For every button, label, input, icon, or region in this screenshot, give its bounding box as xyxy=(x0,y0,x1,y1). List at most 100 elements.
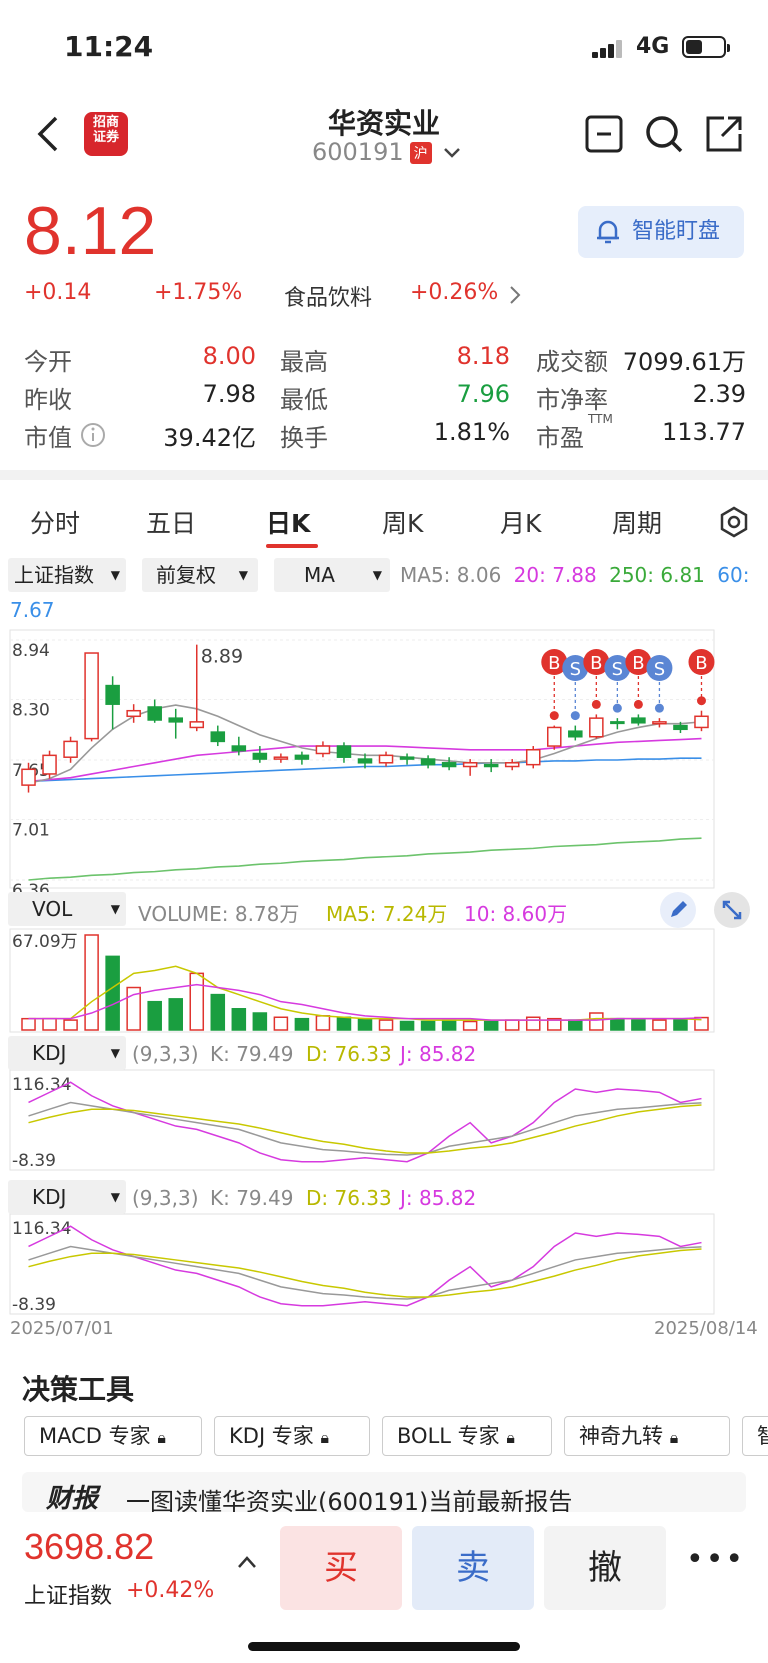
candle-body xyxy=(126,709,141,718)
chip-label: KDJ 专家 xyxy=(229,1424,314,1448)
stats-row: 市值 39.42亿 换手 1.81% 市盈 TTM 113.77 xyxy=(24,412,746,456)
adjust-selector-label: 前复权 xyxy=(156,563,216,587)
caret-down-icon: ▼ xyxy=(238,568,248,582)
buy-button[interactable]: 买 xyxy=(280,1526,402,1610)
expand-icon[interactable] xyxy=(714,892,750,928)
marker-dot xyxy=(633,699,643,709)
ma250-legend: 250: 6.81 xyxy=(609,563,705,587)
stock-code[interactable]: 600191 沪 xyxy=(312,138,461,166)
share-icon[interactable] xyxy=(704,114,744,154)
volume-legend: VOLUME: 8.78万 xyxy=(138,902,300,926)
lock-icon: 🔒︎ xyxy=(506,1428,515,1447)
chip-label: 神奇九转 xyxy=(579,1424,663,1448)
stat-value: 2.39 xyxy=(692,380,746,408)
candle-body xyxy=(610,721,625,725)
kdj1-panel-frame xyxy=(9,1069,715,1171)
kdj2-j-line xyxy=(28,1225,702,1307)
chevron-down-icon xyxy=(444,148,461,158)
tab-monthly-k[interactable]: 月K xyxy=(500,504,541,540)
kdj2-max-label: 116.34 xyxy=(12,1219,71,1239)
volume-bar xyxy=(483,1020,499,1031)
adjust-selector[interactable]: 前复权 ▼ xyxy=(142,558,258,592)
indicator-selector[interactable]: MA ▼ xyxy=(274,558,390,592)
price-axis-label: 8.30 xyxy=(12,701,50,721)
chevron-right-icon[interactable] xyxy=(508,284,522,306)
marker-label: B xyxy=(695,653,707,674)
marker-label: B xyxy=(590,653,602,674)
kdj-selector-2[interactable]: KDJ ▼ xyxy=(8,1180,126,1214)
candle-body xyxy=(694,715,709,729)
stat-label: 昨收 xyxy=(24,386,72,414)
tab-period[interactable]: 周期 xyxy=(612,504,662,540)
macd-expert-chip[interactable]: MACD 专家 🔒︎ xyxy=(24,1416,202,1456)
kdj2-panel-frame xyxy=(9,1213,715,1315)
smart-watch-button[interactable]: 智能盯盘 xyxy=(578,206,744,258)
tab-weekly-k[interactable]: 周K xyxy=(382,504,423,540)
magic-nine-chip[interactable]: 神奇九转 🔒︎ xyxy=(564,1416,730,1456)
report-tag: 财报 xyxy=(46,1484,99,1512)
stat-value: 7.98 xyxy=(202,380,256,408)
kdj-d-legend: D: 76.33 xyxy=(306,1186,392,1210)
kline-chart[interactable]: 8.948.307.657.016.368.89BSBSBSB67.09万116… xyxy=(0,620,768,1320)
marker-dot xyxy=(570,711,580,721)
volume-bar xyxy=(168,998,183,1031)
price-axis-label: 7.01 xyxy=(12,821,50,841)
stat-label: 市盈 xyxy=(536,424,584,452)
tab-5day[interactable]: 五日 xyxy=(146,504,196,540)
candle-body xyxy=(336,745,352,758)
report-banner[interactable]: 财报 一图读懂华资实业(600191)当前最新报告 xyxy=(22,1472,746,1512)
cancel-order-button[interactable]: 撤 xyxy=(544,1526,666,1610)
volume-bar xyxy=(294,1017,310,1031)
stock-header: 招商 证券 华资实业 600191 沪 xyxy=(0,96,768,176)
sell-button[interactable]: 卖 xyxy=(412,1526,534,1610)
volume-bar xyxy=(105,955,120,1031)
caret-down-icon: ▼ xyxy=(110,1046,120,1060)
lock-icon: 🔒︎ xyxy=(669,1428,679,1447)
volume-bar xyxy=(589,1012,604,1031)
volume-bar xyxy=(42,1017,57,1031)
network-type: 4G xyxy=(636,34,670,59)
volume-bar xyxy=(399,1020,415,1031)
marker-dot xyxy=(591,699,601,709)
info-icon[interactable] xyxy=(80,422,106,448)
volume-bar xyxy=(420,1020,436,1031)
status-bar: 11:24 4G xyxy=(0,0,768,100)
kdj-params: (9,3,3) xyxy=(132,1186,199,1210)
kdj-selector-label: KDJ xyxy=(32,1041,67,1065)
volume-bar xyxy=(231,1008,247,1031)
volume-selector[interactable]: VOL ▼ xyxy=(8,892,126,926)
edit-icon[interactable] xyxy=(660,892,696,928)
minus-square-icon[interactable] xyxy=(584,114,624,154)
active-tab-indicator xyxy=(266,544,318,548)
boll-expert-chip[interactable]: BOLL 专家 🔒︎ xyxy=(382,1416,552,1456)
volume-ma5-legend: MA5: 7.24万 xyxy=(326,902,448,926)
tab-intraday[interactable]: 分时 xyxy=(30,504,80,540)
settings-icon[interactable] xyxy=(718,506,750,538)
volume-bar xyxy=(462,1020,478,1031)
marker-label: B xyxy=(548,653,560,674)
volume-bar xyxy=(189,972,205,1031)
chevron-up-icon[interactable] xyxy=(236,1554,258,1570)
tab-daily-k[interactable]: 日K xyxy=(266,504,310,540)
kdj-selector[interactable]: KDJ ▼ xyxy=(8,1036,126,1070)
candle-body xyxy=(231,745,247,752)
volume-bar xyxy=(652,1019,667,1031)
index-name[interactable]: 上证指数 xyxy=(24,1578,112,1610)
search-icon[interactable] xyxy=(644,114,684,154)
candle-body xyxy=(273,756,289,760)
index-selector[interactable]: 上证指数 ▼ xyxy=(8,558,126,592)
more-icon[interactable]: ••• xyxy=(686,1542,745,1577)
index-change: +0.42% xyxy=(126,1578,215,1603)
sector-change[interactable]: +0.26% xyxy=(410,280,498,305)
marker-dot xyxy=(612,703,622,713)
volume-bar xyxy=(336,1016,352,1031)
kdj-expert-chip[interactable]: KDJ 专家 🔒︎ xyxy=(214,1416,370,1456)
tools-title: 决策工具 xyxy=(22,1373,135,1406)
ma60-value: 7.67 xyxy=(10,598,55,622)
more-tool-chip[interactable]: 智 xyxy=(742,1416,768,1456)
caret-down-icon: ▼ xyxy=(110,1190,120,1204)
stat-value: 1.81% xyxy=(433,418,510,446)
stats-row: 昨收 7.98 最低 7.96 市净率 2.39 xyxy=(24,380,746,418)
sector-name[interactable]: 食品饮料 xyxy=(284,280,372,312)
index-price[interactable]: 3698.82 xyxy=(24,1526,154,1568)
